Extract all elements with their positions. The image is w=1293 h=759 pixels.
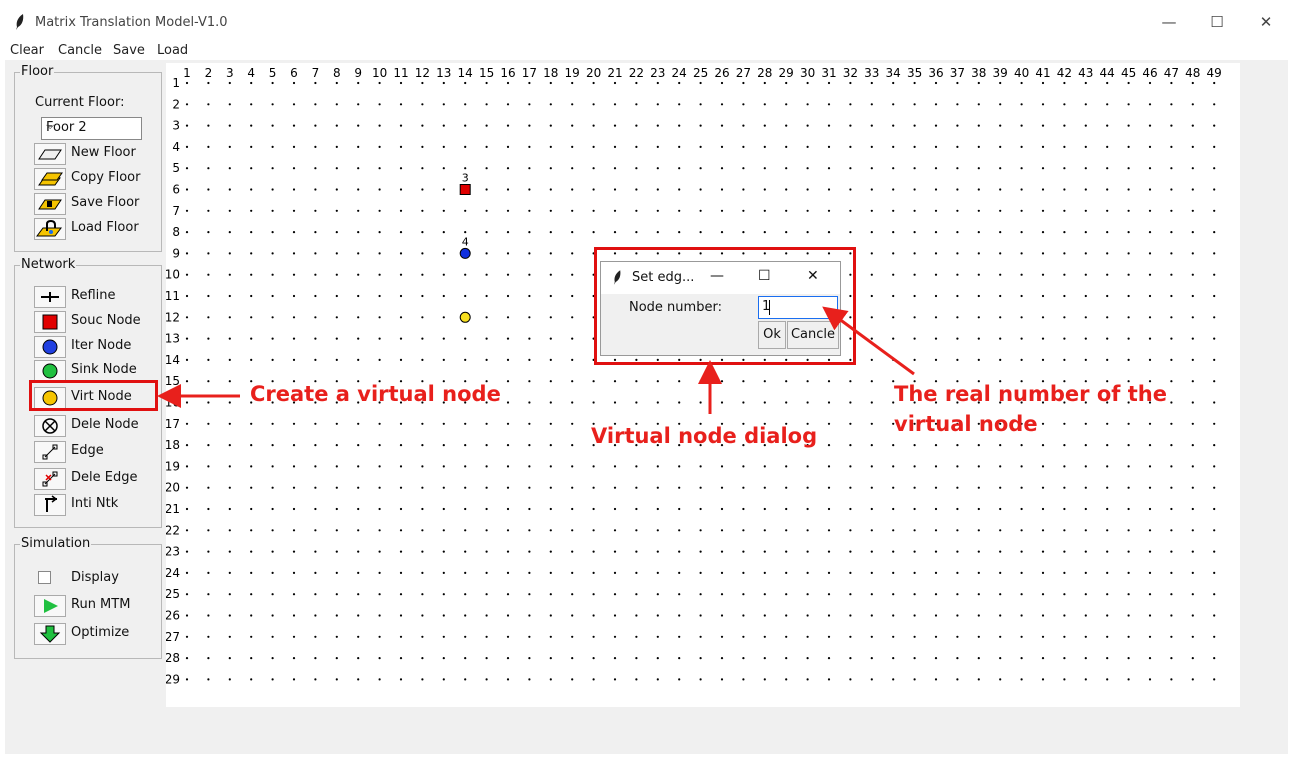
annotation-arrows xyxy=(157,306,915,414)
arrow-to-node-number xyxy=(822,306,915,376)
